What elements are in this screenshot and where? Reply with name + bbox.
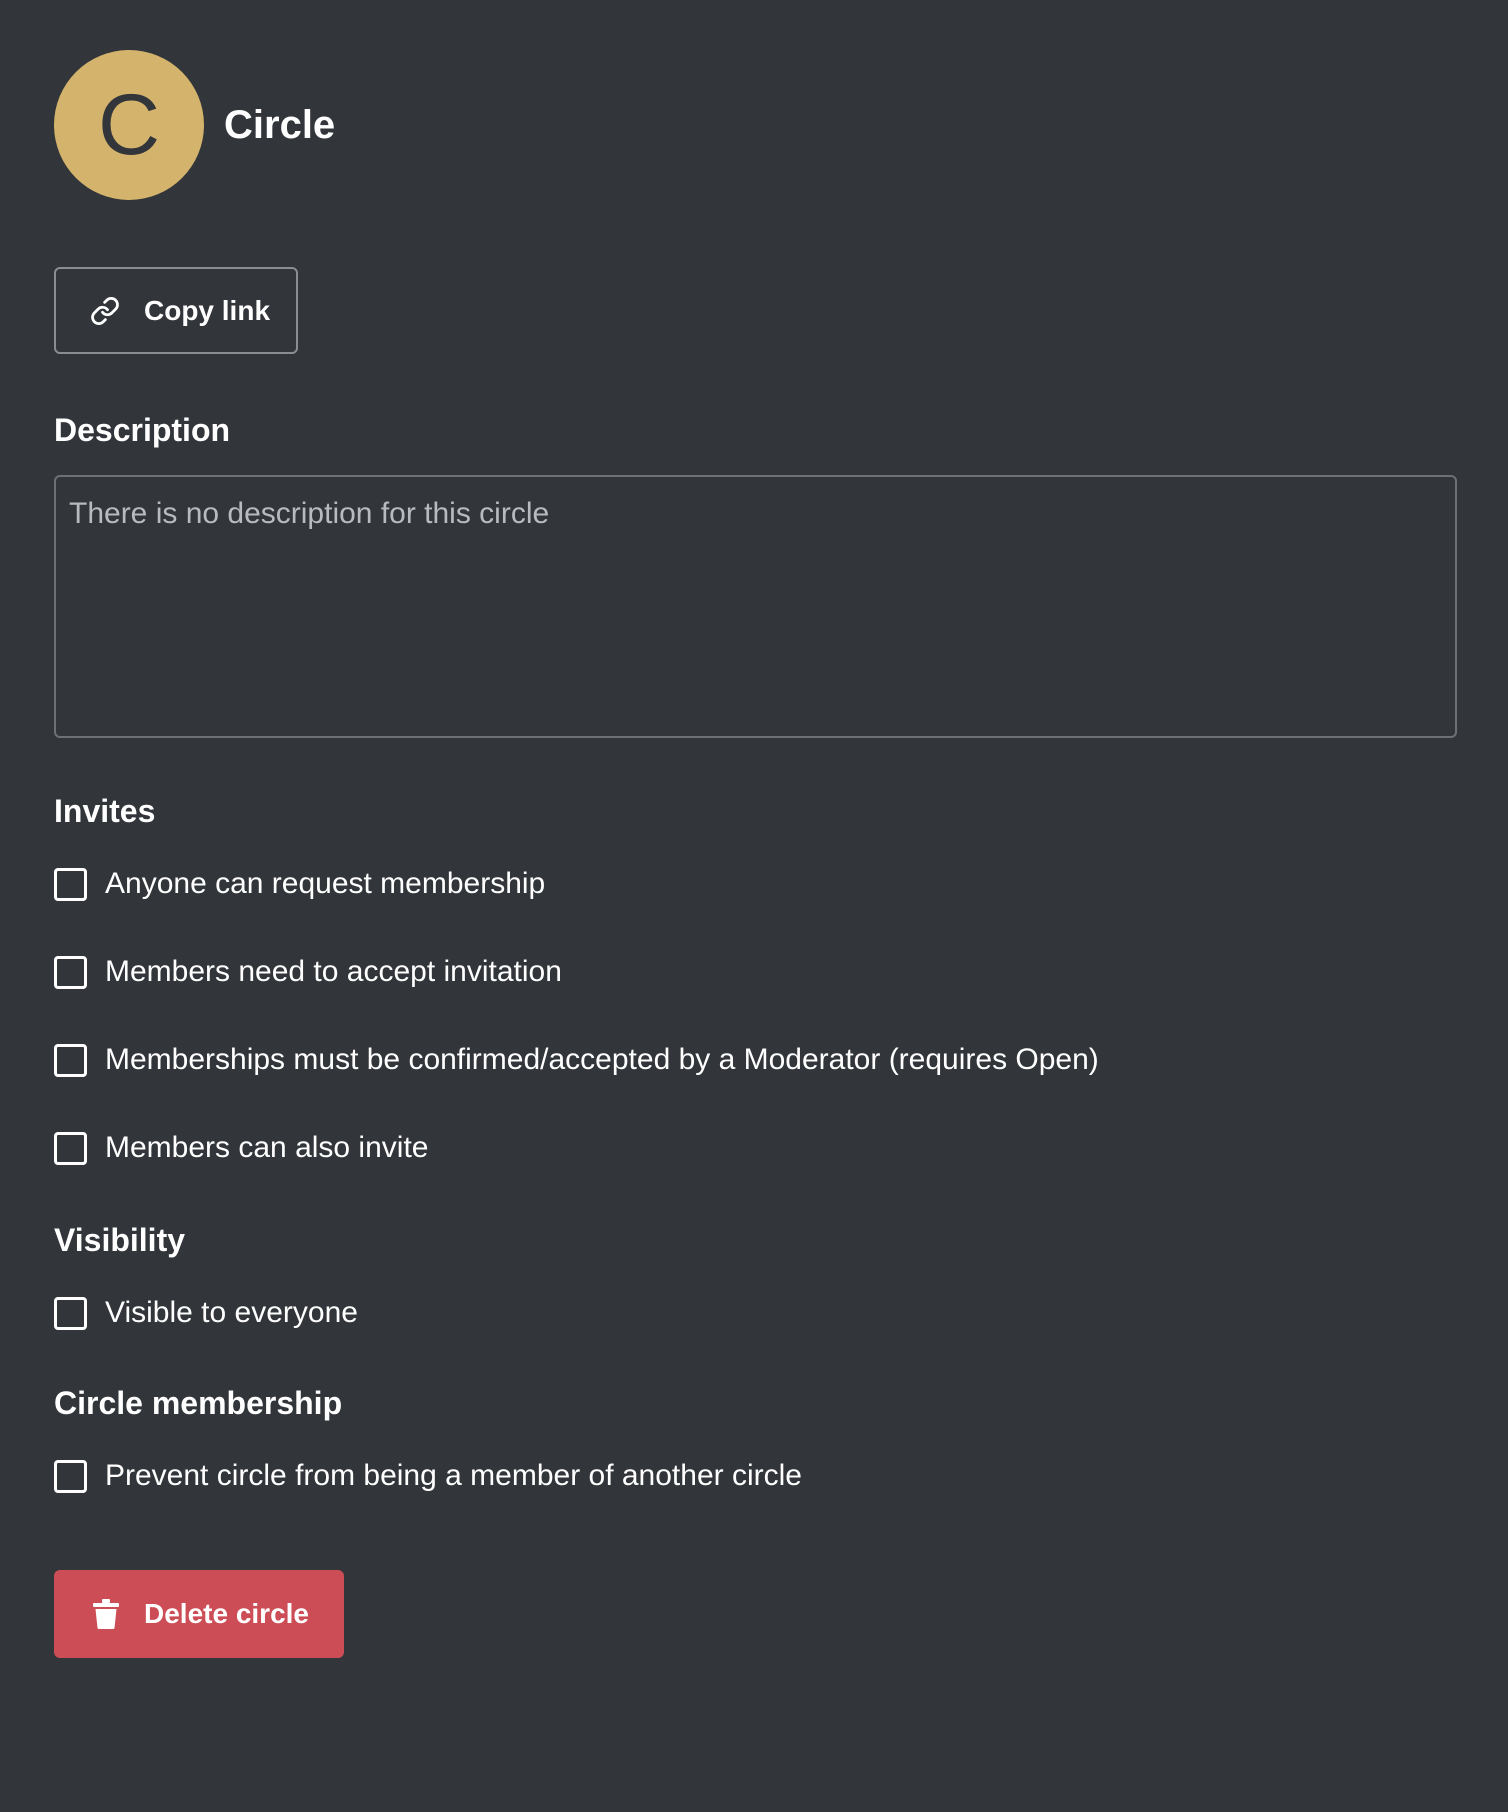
visibility-options: Visible to everyone <box>54 1289 1456 1337</box>
option-moderator-confirmation[interactable]: Memberships must be confirmed/accepted b… <box>54 1036 1456 1084</box>
checkbox[interactable] <box>54 867 87 901</box>
delete-circle-button[interactable]: Delete circle <box>54 1570 344 1658</box>
checkbox[interactable] <box>54 955 87 989</box>
checkbox[interactable] <box>54 1131 87 1165</box>
checkbox[interactable] <box>54 1459 87 1493</box>
option-visible-to-everyone[interactable]: Visible to everyone <box>54 1289 1456 1337</box>
invites-heading: Invites <box>54 793 156 829</box>
description-placeholder: There is no description for this circle <box>69 497 550 530</box>
avatar-letter: C <box>97 76 161 173</box>
option-label: Members need to accept invitation <box>105 955 562 988</box>
option-label: Members can also invite <box>105 1131 429 1164</box>
delete-circle-label: Delete circle <box>144 1598 309 1629</box>
checkbox[interactable] <box>54 1296 87 1330</box>
circle-settings-panel: C Circle Copy link Description There is … <box>54 50 1457 1658</box>
description-field[interactable]: There is no description for this circle <box>54 475 1457 738</box>
copy-link-label: Copy link <box>144 294 271 326</box>
avatar: C <box>54 50 204 200</box>
trash-icon <box>92 1598 120 1630</box>
description-heading: Description <box>54 412 231 448</box>
option-label: Visible to everyone <box>105 1296 358 1329</box>
link-icon <box>90 296 120 326</box>
option-label: Anyone can request membership <box>105 867 546 900</box>
circle-membership-heading: Circle membership <box>54 1385 343 1421</box>
checkbox[interactable] <box>54 1043 87 1077</box>
circle-header: C Circle <box>54 50 1456 200</box>
circle-title: Circle <box>224 102 336 147</box>
option-anyone-can-request-membership[interactable]: Anyone can request membership <box>54 860 1456 908</box>
membership-options: Prevent circle from being a member of an… <box>54 1452 1456 1500</box>
option-prevent-nested-circle[interactable]: Prevent circle from being a member of an… <box>54 1452 1456 1500</box>
visibility-heading: Visibility <box>54 1222 186 1258</box>
option-label: Memberships must be confirmed/accepted b… <box>105 1043 1099 1076</box>
copy-link-button[interactable]: Copy link <box>54 267 298 354</box>
option-members-accept-invitation[interactable]: Members need to accept invitation <box>54 948 1456 996</box>
invites-options: Anyone can request membership Members ne… <box>54 860 1456 1172</box>
option-label: Prevent circle from being a member of an… <box>105 1459 802 1492</box>
option-members-can-invite[interactable]: Members can also invite <box>54 1124 1456 1172</box>
